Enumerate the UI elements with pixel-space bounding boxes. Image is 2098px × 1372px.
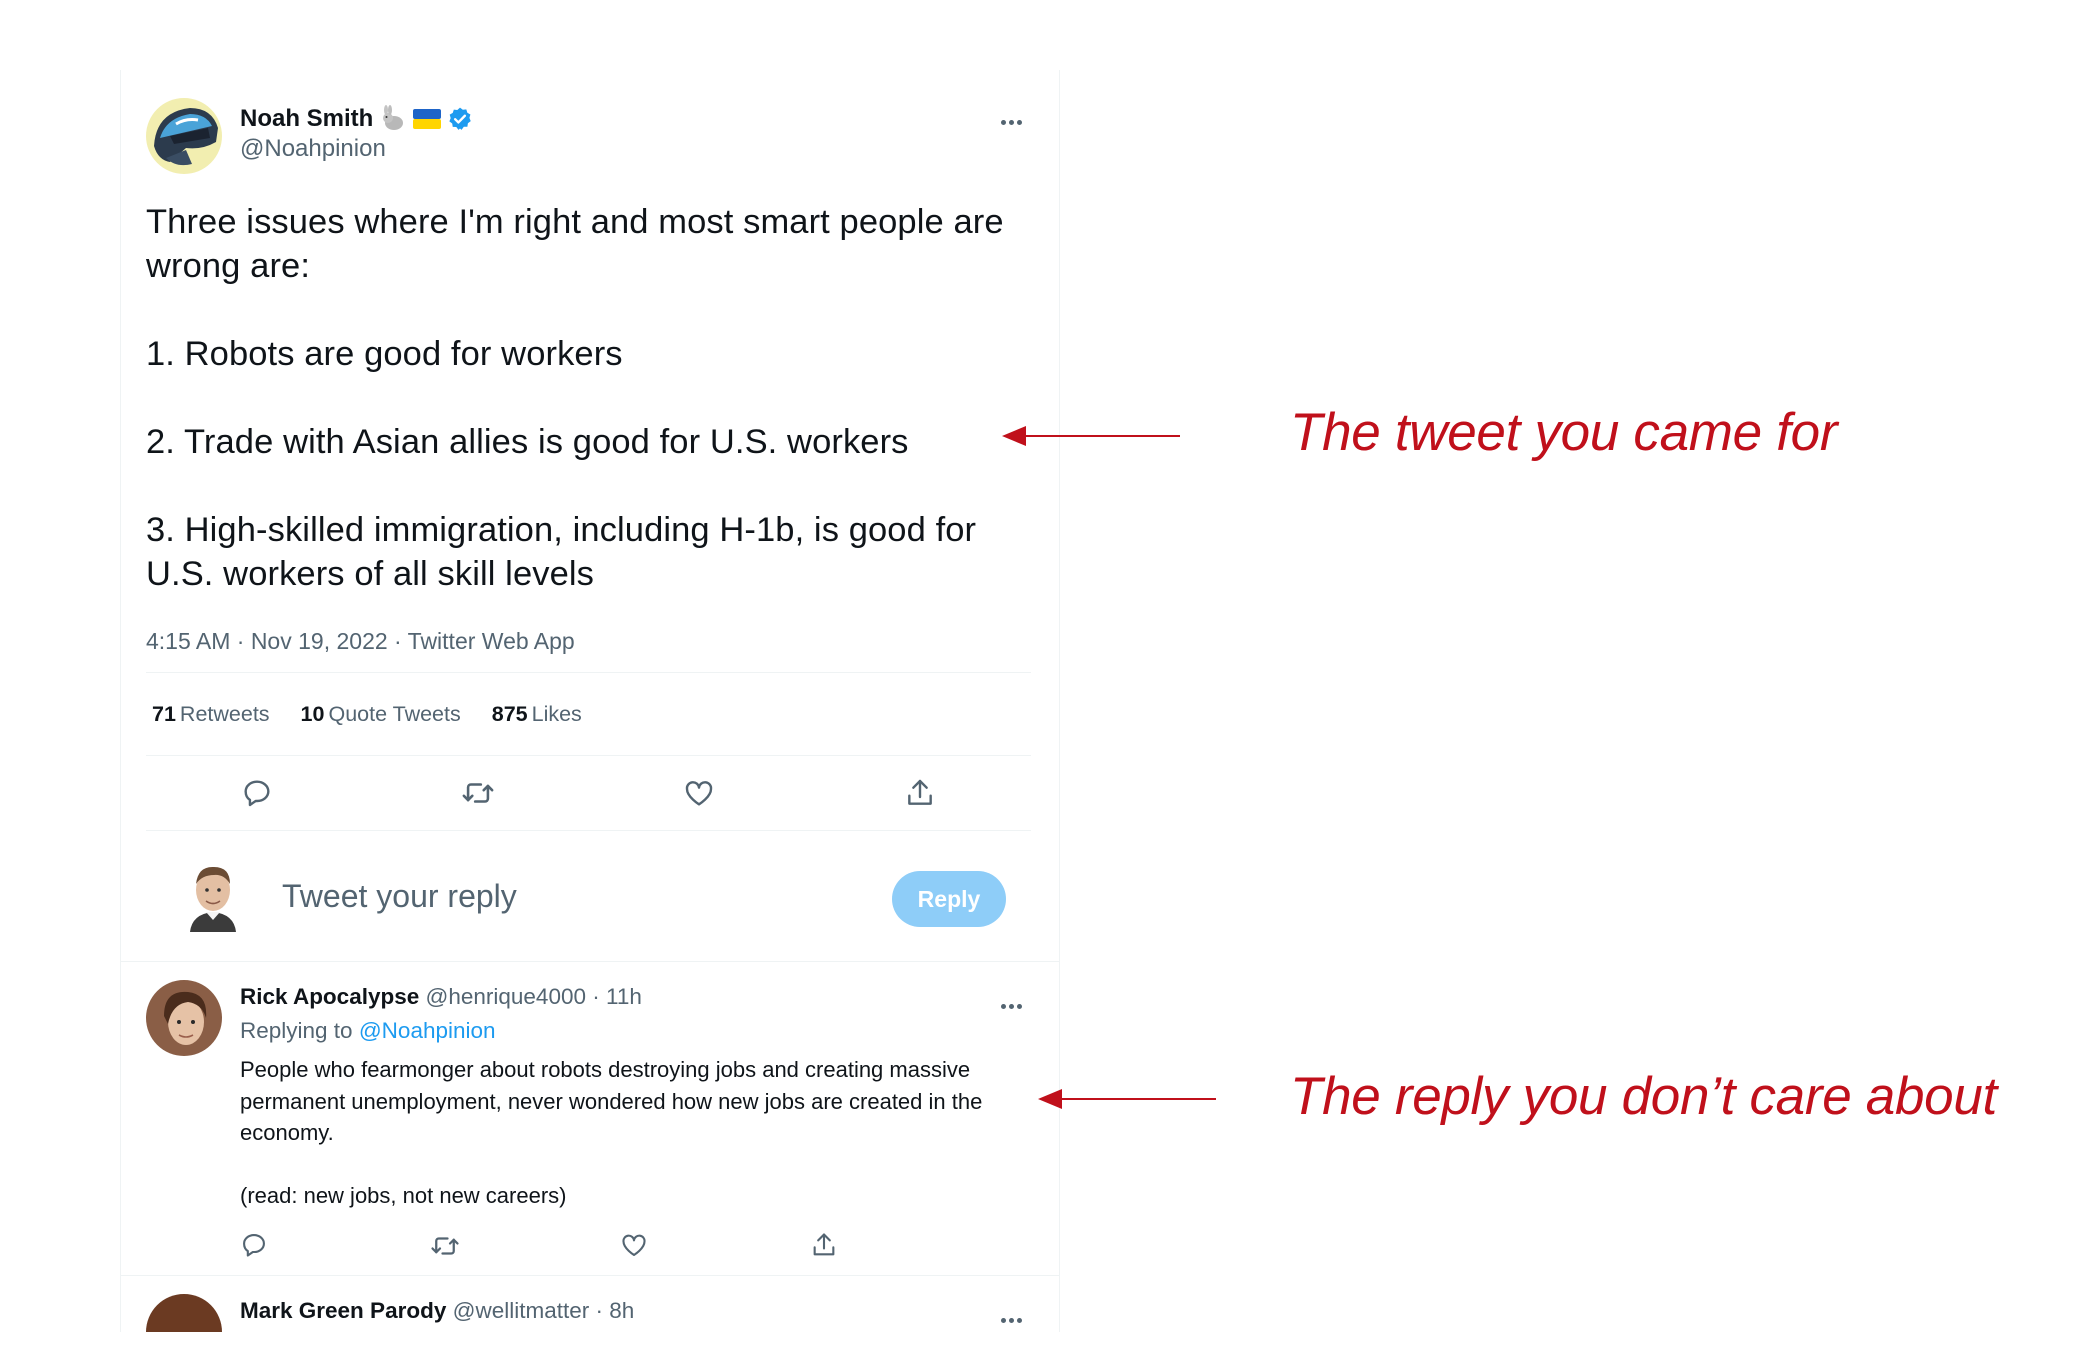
author-row: Noah Smith @Noahpinion: [146, 98, 1033, 178]
replying-to-handle-link[interactable]: @Noahpinion: [359, 1018, 496, 1043]
likes-label: Likes: [531, 701, 582, 726]
tweet-actions: [146, 756, 1031, 830]
helmet-avatar-icon: [146, 98, 222, 174]
retweets-count: 71: [152, 701, 176, 726]
more-dot-icon: [1000, 119, 1006, 125]
reply-header: Mark Green Parody @wellitmatter · 8h: [240, 1296, 1020, 1326]
share-icon: [907, 779, 932, 805]
share-icon: [813, 1233, 835, 1256]
annotation-reply-label: The reply you don’t care about: [1290, 1067, 1997, 1126]
tweet-timestamp[interactable]: 4:15 AM · Nov 19, 2022 · Twitter Web App: [146, 626, 1033, 672]
likes-count: 875: [491, 701, 528, 726]
tweet-stats: 71 Retweets 10 Quote Tweets 875 Likes: [146, 673, 1033, 755]
reply-more-options-button[interactable]: [991, 994, 1031, 1018]
reply-input[interactable]: Tweet your reply: [282, 878, 517, 915]
reply-share-button[interactable]: [810, 1231, 1000, 1261]
tweet-thread-column: Noah Smith @Noahpinion Three issues wher…: [120, 70, 1060, 1332]
tweet-paragraph: 3. High-skilled immigration, including H…: [146, 511, 986, 593]
reply-author-handle[interactable]: @wellitmatter: [453, 1298, 590, 1323]
retweet-icon: [431, 1237, 459, 1255]
reply-text: People who fearmonger about robots destr…: [240, 1054, 1020, 1211]
annotation-arrow-reply: [1038, 1089, 1216, 1109]
author-name-line: Noah Smith: [240, 104, 473, 134]
retweets-label: Retweets: [179, 701, 270, 726]
author-handle[interactable]: @Noahpinion: [240, 134, 473, 164]
reply-header: Rick Apocalypse @henrique4000 · 11h: [240, 982, 1020, 1012]
reply-author-name[interactable]: Rick Apocalypse: [240, 984, 419, 1009]
reply-reply-button[interactable]: [240, 1231, 430, 1261]
like-button[interactable]: [588, 777, 809, 809]
verified-badge-icon: [447, 106, 473, 132]
likes-stat[interactable]: 875 Likes: [492, 702, 582, 727]
like-icon: [685, 781, 712, 806]
more-dot-icon: [1016, 119, 1022, 125]
reply-author-avatar[interactable]: [146, 980, 222, 1056]
reply-author-name[interactable]: Mark Green Parody: [240, 1298, 446, 1323]
reply-retweet-button[interactable]: [430, 1231, 620, 1261]
author-avatar[interactable]: [146, 98, 222, 174]
share-button[interactable]: [809, 777, 1030, 809]
current-user-avatar[interactable]: [184, 860, 242, 932]
reply-composer: Tweet your reply Reply: [146, 831, 1033, 961]
tweet-text: Three issues where I'm right and most sm…: [146, 200, 1033, 596]
more-dot-icon: [1000, 1003, 1006, 1009]
more-dot-icon: [1008, 1317, 1014, 1323]
reply-icon: [243, 1234, 265, 1257]
quotes-label: Quote Tweets: [328, 701, 461, 726]
reply-paragraph: People who fearmonger about robots destr…: [240, 1057, 983, 1145]
reply-more-options-button[interactable]: [991, 1308, 1031, 1332]
reply-submit-button[interactable]: Reply: [892, 871, 1006, 927]
quotes-count: 10: [300, 701, 325, 726]
reply-button[interactable]: [146, 777, 367, 809]
reply-paragraph: (read: new jobs, not new careers): [240, 1182, 567, 1208]
more-dot-icon: [1016, 1317, 1022, 1323]
more-dot-icon: [1016, 1003, 1022, 1009]
reply-author-avatar[interactable]: [146, 1294, 222, 1332]
tweet-paragraph: 1. Robots are good for workers: [146, 335, 623, 373]
reply-body: Rick Apocalypse @henrique4000 · 11h Repl…: [240, 980, 1020, 1275]
more-dot-icon: [1008, 119, 1014, 125]
replying-to: Replying to @Noahpinion: [240, 1016, 1020, 1046]
replying-to-label: Replying to: [240, 1018, 353, 1043]
more-dot-icon: [1000, 1317, 1006, 1323]
like-icon: [622, 1234, 646, 1256]
reply-actions: [240, 1231, 1000, 1261]
reply-icon: [243, 780, 270, 807]
retweet-icon: [462, 783, 493, 803]
quote-tweets-stat[interactable]: 10 Quote Tweets: [301, 702, 461, 727]
more-dot-icon: [1008, 1003, 1014, 1009]
annotation-arrow-tweet: [1002, 426, 1180, 446]
tweet-paragraph: Three issues where I'm right and most sm…: [146, 203, 1014, 285]
reply-time[interactable]: · 8h: [596, 1298, 635, 1323]
retweet-button[interactable]: [367, 776, 588, 810]
author-name[interactable]: Noah Smith: [240, 104, 373, 134]
reply-time[interactable]: · 11h: [592, 984, 642, 1009]
reply-like-button[interactable]: [620, 1231, 810, 1261]
author-names: Noah Smith @Noahpinion: [240, 104, 473, 164]
ukraine-flag-icon: [413, 109, 442, 129]
reply-tweet[interactable]: Rick Apocalypse @henrique4000 · 11h Repl…: [121, 962, 1059, 1276]
annotation-tweet-label: The tweet you came for: [1290, 403, 1838, 462]
main-tweet: Noah Smith @Noahpinion Three issues wher…: [121, 70, 1059, 962]
reply-author-handle[interactable]: @henrique4000: [426, 984, 586, 1009]
retweets-stat[interactable]: 71 Retweets: [152, 702, 270, 727]
reply-tweet[interactable]: Mark Green Parody @wellitmatter · 8h: [121, 1276, 1059, 1332]
tweet-paragraph: 2. Trade with Asian allies is good for U…: [146, 423, 909, 461]
rabbit-icon: [379, 105, 407, 133]
reply-body: Mark Green Parody @wellitmatter · 8h: [240, 1294, 1020, 1332]
more-options-button[interactable]: [991, 110, 1031, 134]
